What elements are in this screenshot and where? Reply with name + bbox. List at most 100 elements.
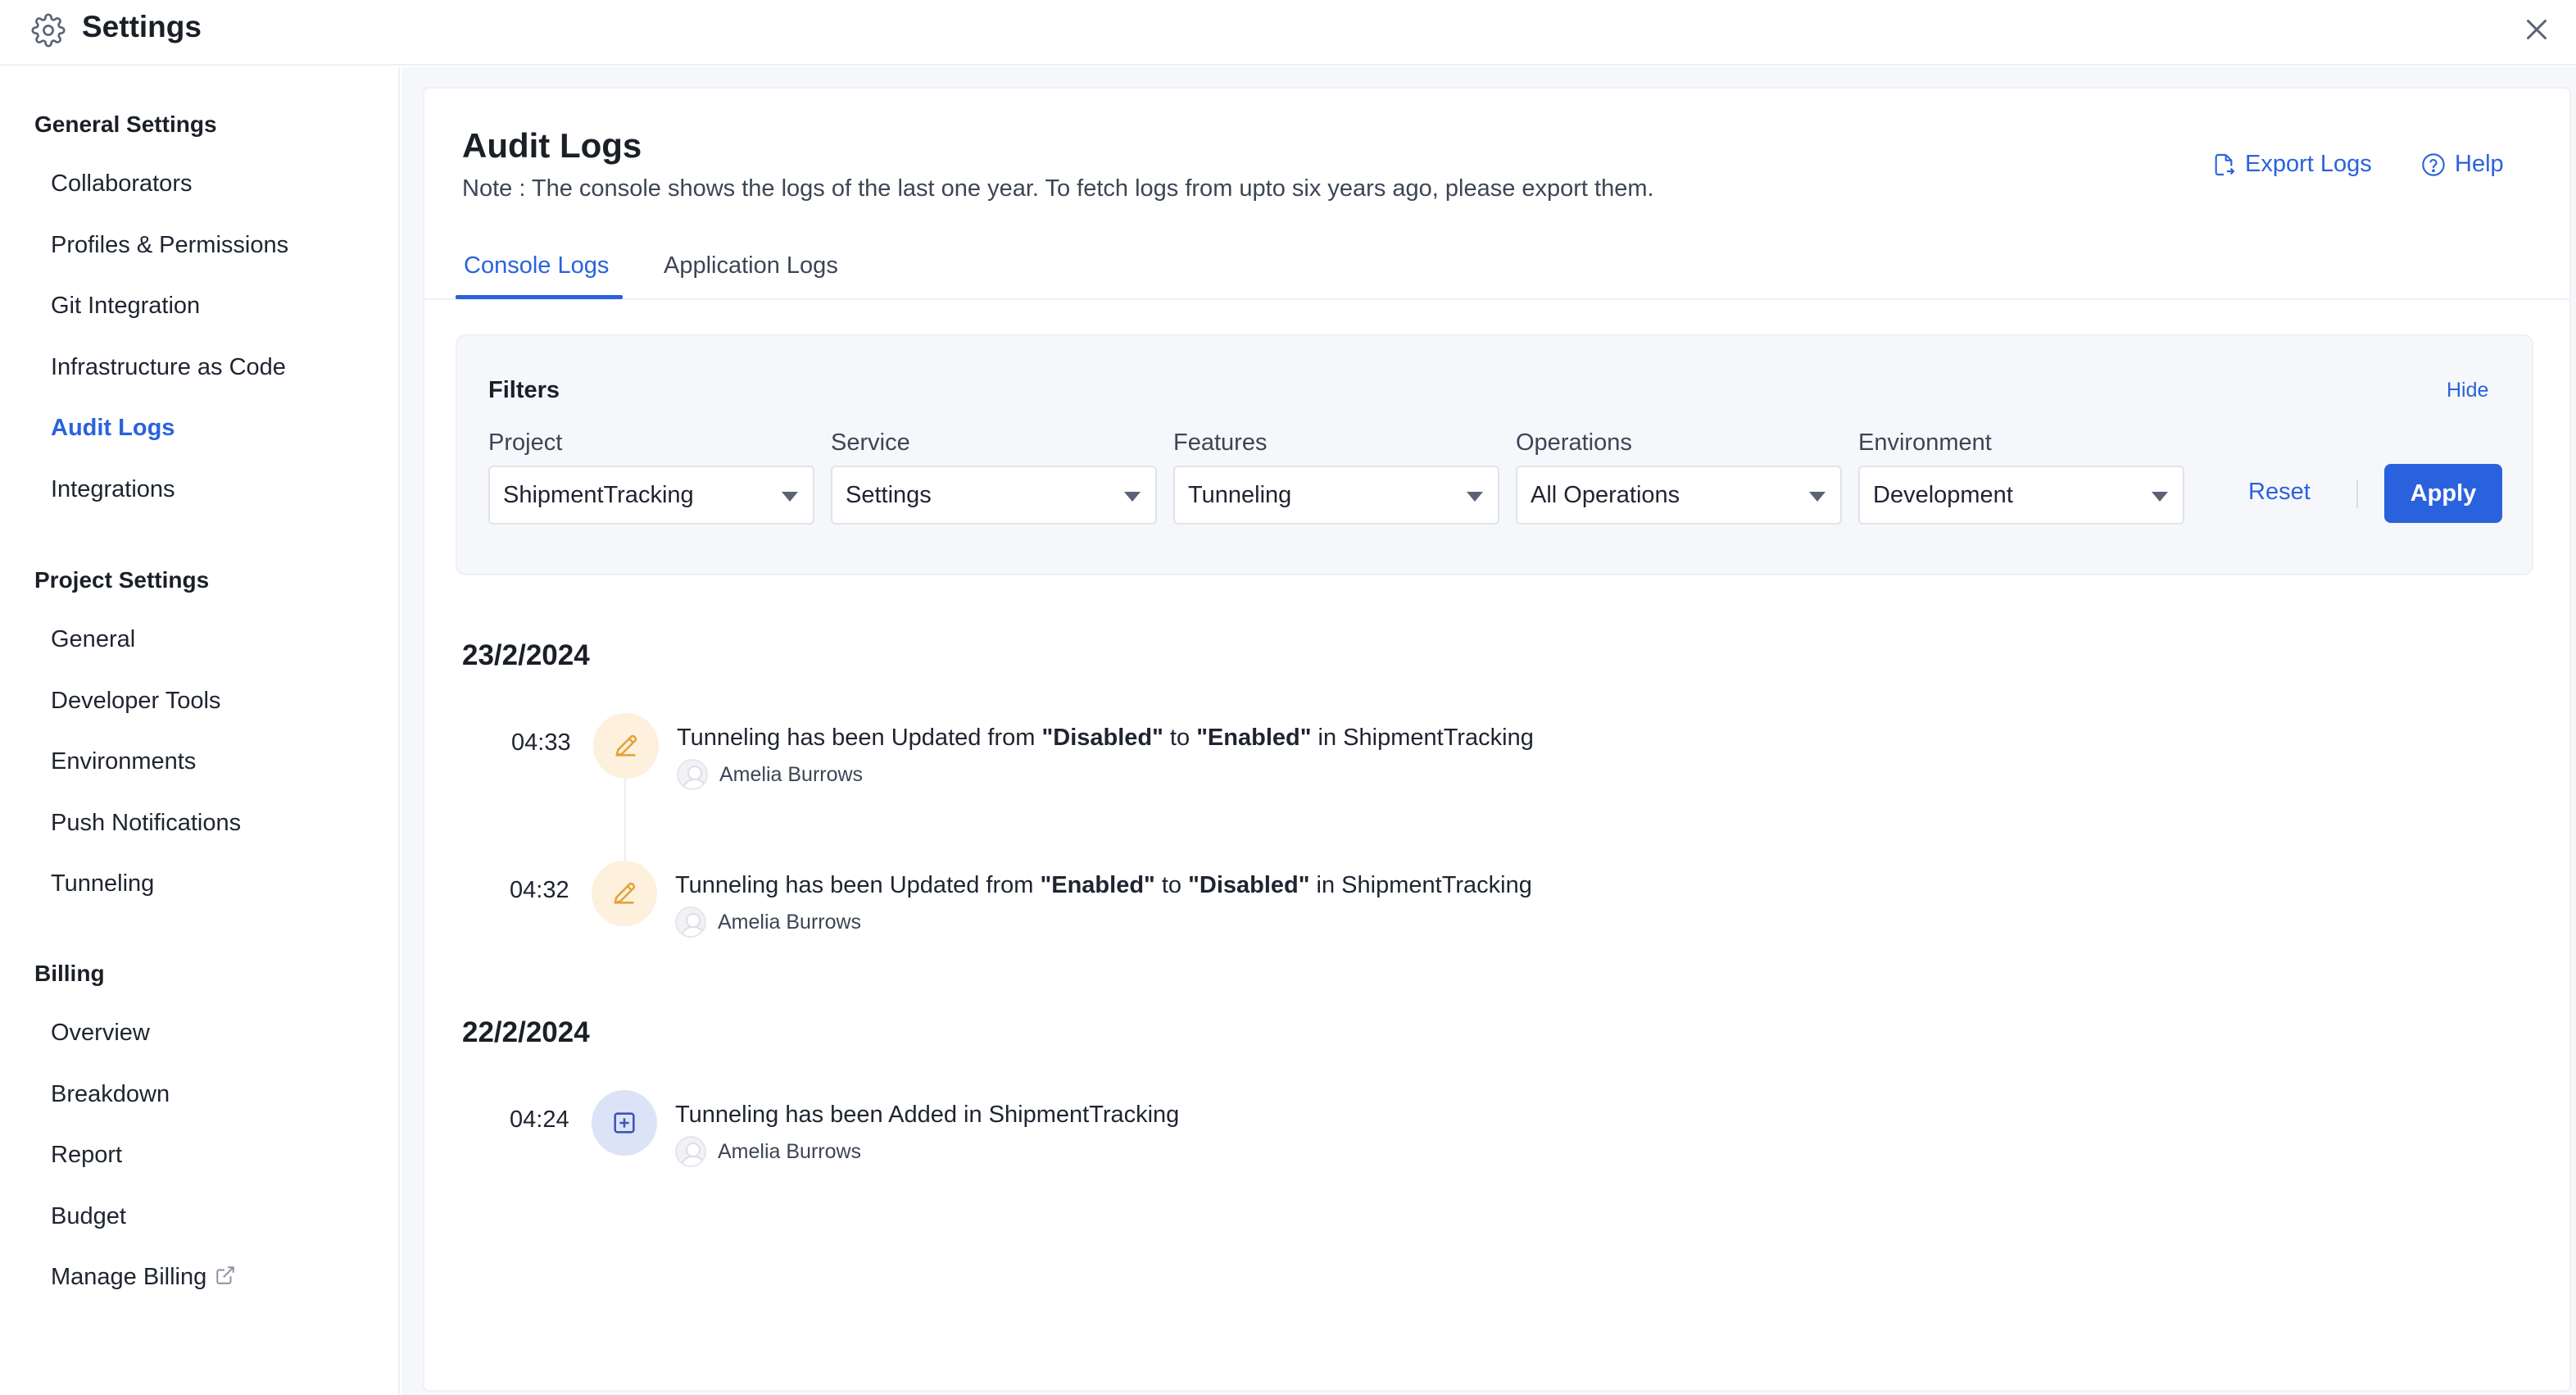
apply-button[interactable]: Apply	[2384, 464, 2502, 523]
title-bar: Settings	[0, 0, 2576, 66]
sidebar-item-push-notifications[interactable]: Push Notifications	[51, 810, 241, 837]
log-time: 04:24	[510, 1106, 569, 1133]
log-user-name: Amelia Burrows	[718, 910, 862, 934]
help-label: Help	[2455, 151, 2504, 177]
sidebar-heading-general-settings: General Settings	[34, 111, 217, 137]
avatar	[675, 1136, 706, 1167]
sidebar-item-audit-logs[interactable]: Audit Logs	[51, 415, 175, 442]
tabs-divider	[423, 298, 2571, 300]
settings-sidebar	[0, 67, 400, 1395]
log-date-heading: 23/2/2024	[462, 639, 590, 671]
log-user-name: Amelia Burrows	[718, 1139, 862, 1163]
log-message-text: Tunneling has been Updated from	[675, 872, 1041, 898]
hide-filters-link[interactable]: Hide	[2447, 379, 2488, 402]
sidebar-item-integrations[interactable]: Integrations	[51, 476, 175, 503]
filter-select-value: Tunneling	[1188, 481, 1292, 508]
sidebar-item-manage-billing[interactable]: Manage Billing	[51, 1264, 236, 1291]
sidebar-item-label: Environments	[51, 748, 197, 775]
chevron-down-icon	[1809, 492, 1825, 502]
sidebar-item-label: Report	[51, 1142, 123, 1169]
filter-select-project[interactable]: ShipmentTracking	[488, 466, 814, 525]
log-time: 04:33	[511, 729, 571, 756]
tab-console-logs[interactable]: Console Logs	[464, 252, 609, 279]
sidebar-item-label: General	[51, 626, 136, 652]
filter-select-service[interactable]: Settings	[831, 466, 1157, 525]
close-icon[interactable]	[2522, 15, 2551, 44]
log-message-text: to	[1163, 725, 1197, 751]
sidebar-heading-project-settings: Project Settings	[34, 567, 210, 593]
export-file-icon	[2215, 153, 2235, 175]
sidebar-item-general[interactable]: General	[51, 626, 135, 653]
help-link[interactable]: Help	[2420, 151, 2504, 178]
sidebar-item-label: Integrations	[51, 476, 175, 502]
log-message: Tunneling has been Updated from "Disable…	[677, 725, 1534, 752]
gear-icon	[31, 13, 66, 48]
filter-select-operations[interactable]: All Operations	[1516, 466, 1842, 525]
log-icon-badge	[592, 861, 657, 926]
log-user-name: Amelia Burrows	[719, 762, 864, 786]
reset-button[interactable]: Reset	[2248, 479, 2311, 506]
sidebar-item-label: Budget	[51, 1202, 126, 1229]
filter-label-project: Project	[488, 429, 563, 456]
log-message-text: in ShipmentTracking	[1311, 725, 1534, 751]
log-message-text: to	[1154, 872, 1189, 898]
filter-select-value: ShipmentTracking	[503, 481, 694, 508]
log-user: Amelia Burrows	[675, 907, 861, 938]
filter-select-features[interactable]: Tunneling	[1173, 466, 1499, 525]
sidebar-item-label: Audit Logs	[51, 415, 175, 442]
page-title: Audit Logs	[462, 126, 642, 165]
timeline-connector	[624, 774, 626, 864]
sidebar-item-label: Manage Billing	[51, 1264, 207, 1291]
sidebar-item-git-integration[interactable]: Git Integration	[51, 293, 200, 320]
filters-panel	[456, 334, 2533, 575]
help-icon	[2422, 152, 2445, 176]
log-icon-badge	[592, 1090, 657, 1156]
filter-select-environment[interactable]: Development	[1858, 466, 2184, 525]
sidebar-item-label: Push Notifications	[51, 809, 242, 836]
log-time: 04:32	[510, 877, 569, 903]
log-user: Amelia Burrows	[675, 1136, 861, 1167]
sidebar-item-label: Collaborators	[51, 170, 193, 197]
sidebar-item-collaborators[interactable]: Collaborators	[51, 170, 192, 198]
filters-title: Filters	[488, 377, 560, 403]
log-message: Tunneling has been Added in ShipmentTrac…	[675, 1102, 1180, 1128]
log-message: Tunneling has been Updated from "Enabled…	[675, 872, 1532, 899]
log-message-text: Tunneling has been Updated from	[677, 725, 1042, 751]
sidebar-item-overview[interactable]: Overview	[51, 1020, 150, 1047]
sidebar-item-label: Overview	[51, 1020, 150, 1046]
sidebar-item-label: Infrastructure as Code	[51, 353, 286, 380]
filter-select-value: Development	[1873, 481, 2013, 508]
sidebar-item-tunneling[interactable]: Tunneling	[51, 870, 154, 897]
log-message-value: "Disabled"	[1188, 872, 1310, 898]
log-message-value: "Disabled"	[1041, 725, 1163, 751]
add-box-icon	[614, 1112, 635, 1134]
export-logs-link[interactable]: Export Logs	[2211, 151, 2372, 178]
filter-label-environment: Environment	[1858, 429, 1992, 456]
active-tab-indicator	[456, 295, 623, 299]
tab-application-logs[interactable]: Application Logs	[664, 252, 838, 279]
log-icon-badge	[593, 713, 659, 779]
log-message-value: "Enabled"	[1040, 872, 1155, 898]
sidebar-item-infrastructure-as-code[interactable]: Infrastructure as Code	[51, 354, 286, 381]
sidebar-item-breakdown[interactable]: Breakdown	[51, 1081, 170, 1108]
filter-label-features: Features	[1173, 429, 1268, 456]
avatar	[677, 759, 708, 790]
sidebar-item-budget[interactable]: Budget	[51, 1203, 126, 1230]
pencil-icon	[615, 734, 637, 757]
sidebar-item-developer-tools[interactable]: Developer Tools	[51, 688, 220, 715]
button-divider	[2356, 480, 2358, 508]
sidebar-item-label: Breakdown	[51, 1080, 170, 1107]
log-user: Amelia Burrows	[677, 759, 863, 790]
pencil-icon	[614, 882, 636, 904]
log-message-text: in ShipmentTracking	[1309, 872, 1532, 898]
sidebar-item-label: Profiles & Permissions	[51, 231, 289, 258]
avatar	[675, 907, 706, 938]
page-note: Note : The console shows the logs of the…	[462, 175, 1654, 202]
sidebar-item-report[interactable]: Report	[51, 1142, 122, 1169]
external-link-icon	[216, 1266, 234, 1285]
export-logs-label: Export Logs	[2245, 151, 2372, 177]
sidebar-item-profiles-permissions[interactable]: Profiles & Permissions	[51, 232, 288, 259]
window-title: Settings	[82, 10, 202, 43]
filter-label-operations: Operations	[1516, 429, 1632, 456]
sidebar-item-environments[interactable]: Environments	[51, 748, 196, 775]
